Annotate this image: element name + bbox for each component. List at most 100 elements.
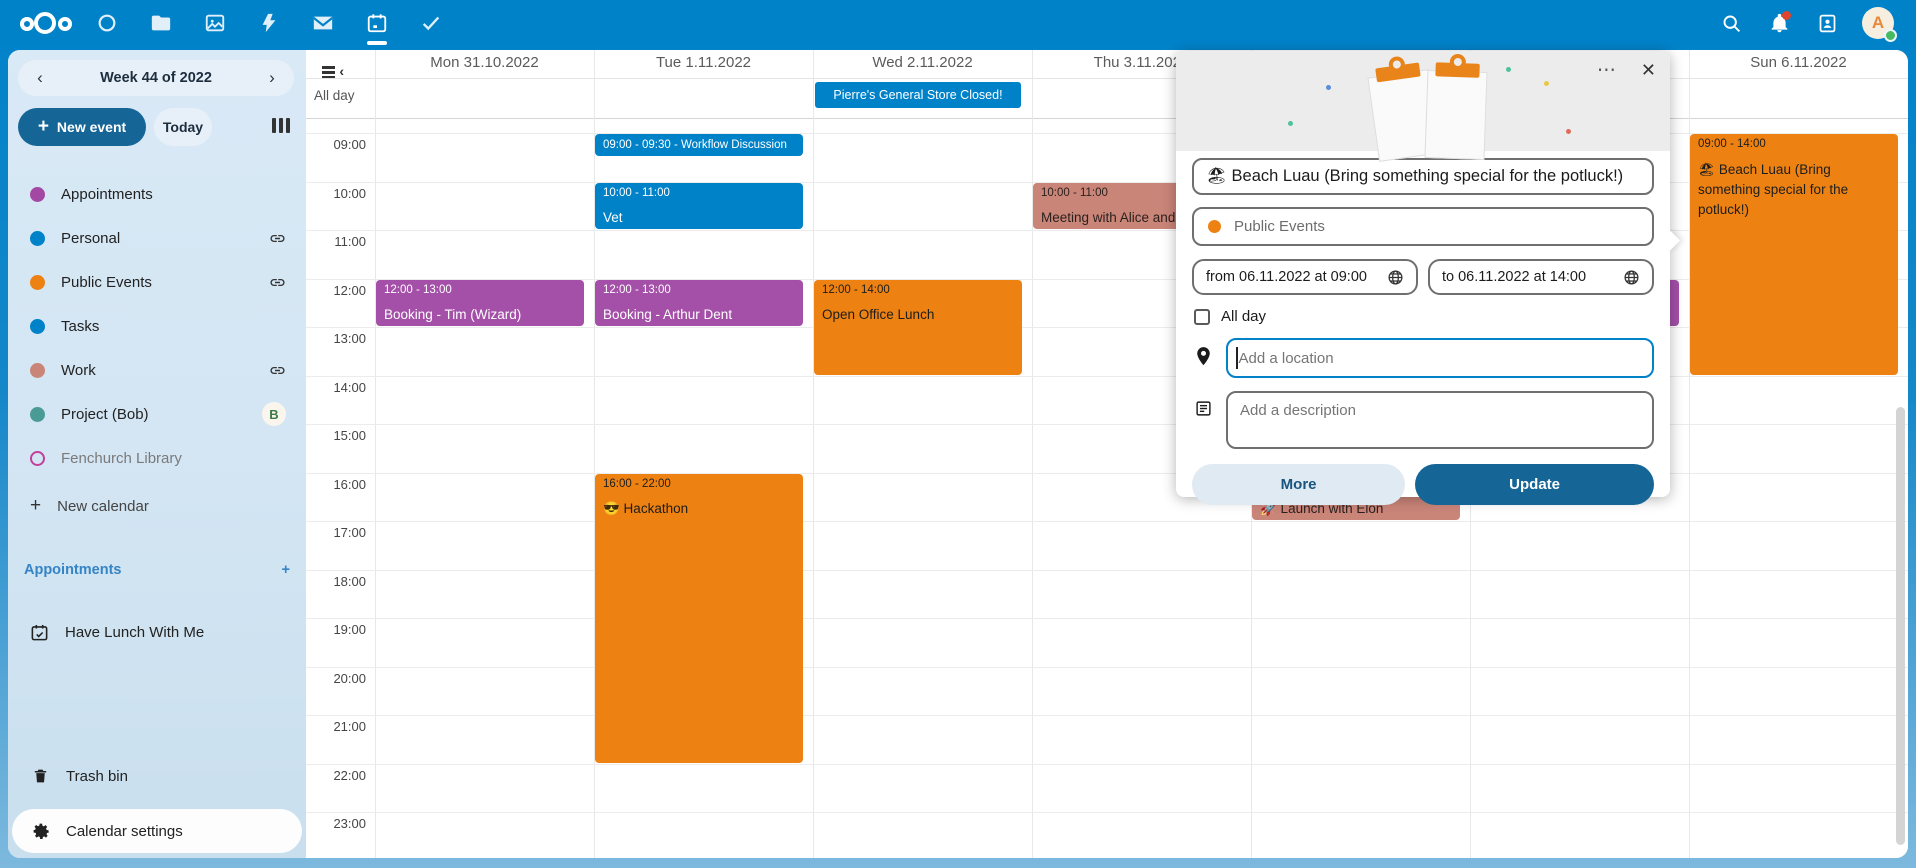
sidebar-calendar-item[interactable]: Tasks [8,304,306,348]
description-icon [1192,400,1214,417]
event-editor-popup: ⋯ ✕ 🏖 Beach Luau (Bring something specia… [1176,51,1670,497]
calendar-picker-select[interactable]: Public Events [1192,207,1654,246]
timezone-globe-icon[interactable] [1623,269,1640,286]
next-week-button[interactable]: › [264,68,280,88]
calendar-label: Personal [61,230,269,247]
calendar-color-dot [30,451,45,466]
logo-circle [20,17,34,31]
view-toggle-icon[interactable] [272,118,290,133]
popup-body: 🏖 Beach Luau (Bring something special fo… [1176,151,1670,449]
popup-illustration: ⋯ ✕ [1176,51,1670,151]
location-row: Add a location [1192,338,1654,378]
hour-gridline [306,812,1908,813]
trash-bin-button[interactable]: Trash bin [8,754,306,798]
sidebar-calendar-item[interactable]: Fenchurch Library [8,436,306,480]
tasks-icon[interactable] [418,10,444,36]
nextcloud-logo[interactable] [20,11,72,35]
hour-label: 14:00 [306,380,366,395]
calendar-event[interactable]: 10:00 - 11:00Vet [595,183,803,230]
calendar-settings-button[interactable]: Calendar settings [12,809,302,853]
add-appointment-button[interactable]: + [282,562,290,578]
hour-gridline [306,715,1908,716]
calendar-color-dot [30,187,45,202]
allday-event[interactable]: Pierre's General Store Closed! [815,82,1021,108]
calendar-event[interactable]: 12:00 - 13:00Booking - Arthur Dent [595,280,803,327]
hour-label: 10:00 [306,186,366,201]
previous-week-button[interactable]: ‹ [32,68,48,88]
logo-circle [34,12,56,34]
shared-link-icon[interactable] [269,274,286,291]
calendar-label: Fenchurch Library [61,450,286,467]
calendar-icon[interactable] [364,10,390,36]
sidebar-calendar-item[interactable]: Project (Bob)B [8,392,306,436]
calendar-color-dot [1208,220,1221,233]
hour-gridline [306,570,1908,571]
contacts-icon[interactable] [1814,10,1840,36]
event-time: 12:00 - 13:00 [384,285,576,297]
event-time-and-title: 09:00 - 09:30 - Workflow Discussion [603,140,795,152]
shared-link-icon[interactable] [269,230,286,247]
calendar-color-dot [30,319,45,334]
start-date-input[interactable]: from 06.11.2022 at 09:00 [1192,259,1418,295]
allday-checkbox-row[interactable]: All day [1194,308,1654,325]
description-row: Add a description [1192,391,1654,449]
hour-gridline [306,667,1908,668]
allday-checkbox[interactable] [1194,309,1210,325]
new-event-button[interactable]: + New event [18,108,146,146]
event-title: 😎 Hackathon [603,499,795,519]
files-icon[interactable] [148,10,174,36]
calendar-event[interactable]: 16:00 - 22:00😎 Hackathon [595,474,803,763]
calendar-color-dot [30,407,45,422]
sidebar-item-have-lunch-with-me[interactable]: Have Lunch With Me [8,610,306,654]
sidebar-calendar-item[interactable]: Appointments [8,172,306,216]
calendar-event[interactable]: 12:00 - 13:00Booking - Tim (Wizard) [376,280,584,327]
day-header[interactable]: Tue 1.11.2022 [594,54,813,76]
column-divider [375,50,376,858]
photos-icon[interactable] [202,10,228,36]
hour-label: 18:00 [306,574,366,589]
day-header[interactable]: Sun 6.11.2022 [1689,54,1908,76]
update-button[interactable]: Update [1415,464,1654,505]
appointments-section-header: Appointments + [24,562,290,578]
calendar-label: Project (Bob) [61,406,262,423]
calendar-event[interactable]: 12:00 - 14:00Open Office Lunch [814,280,1022,375]
text-cursor [1236,347,1238,369]
search-icon[interactable] [1718,10,1744,36]
calendar-event[interactable]: 09:00 - 14:00🏖 Beach Luau (Bring somethi… [1690,134,1898,375]
event-title-value: 🏖 Beach Luau (Bring something special fo… [1206,167,1623,186]
plus-icon: + [38,116,49,138]
calendar-color-dot [30,275,45,290]
timezone-globe-icon[interactable] [1387,269,1404,286]
sidebar-calendar-item[interactable]: Work [8,348,306,392]
popup-close-icon[interactable]: ✕ [1641,60,1656,81]
avatar-letter: A [1872,13,1884,33]
mail-icon[interactable] [310,10,336,36]
calendar-event[interactable]: 09:00 - 09:30 - Workflow Discussion [595,134,803,156]
today-button[interactable]: Today [154,108,212,146]
dashboard-icon[interactable] [94,10,120,36]
hour-label: 11:00 [306,234,366,249]
sidebar-calendar-item[interactable]: Public Events [8,260,306,304]
hour-label: 17:00 [306,525,366,540]
user-avatar[interactable]: A [1862,7,1894,39]
day-header[interactable]: Wed 2.11.2022 [813,54,1032,76]
description-textarea[interactable]: Add a description [1226,391,1654,449]
day-header[interactable]: Mon 31.10.2022 [375,54,594,76]
week-switcher: ‹ Week 44 of 2022 › [18,60,294,96]
new-calendar-button[interactable]: + New calendar [8,484,306,528]
vertical-scrollbar-thumb[interactable] [1896,407,1905,845]
activity-icon[interactable] [256,10,282,36]
location-input[interactable]: Add a location [1226,338,1654,378]
shared-link-icon[interactable] [269,362,286,379]
end-date-input[interactable]: to 06.11.2022 at 14:00 [1428,259,1654,295]
event-time: 12:00 - 13:00 [603,285,795,297]
column-divider [1032,50,1033,858]
sidebar-calendar-item[interactable]: Personal [8,216,306,260]
more-button[interactable]: More [1192,464,1405,505]
calendar-label: Work [61,362,269,379]
hour-gridline [306,618,1908,619]
popup-actions-menu-icon[interactable]: ⋯ [1597,59,1617,82]
hour-label: 09:00 [306,137,366,152]
event-title-input[interactable]: 🏖 Beach Luau (Bring something special fo… [1192,158,1654,195]
notifications-bell-icon[interactable] [1766,10,1792,36]
